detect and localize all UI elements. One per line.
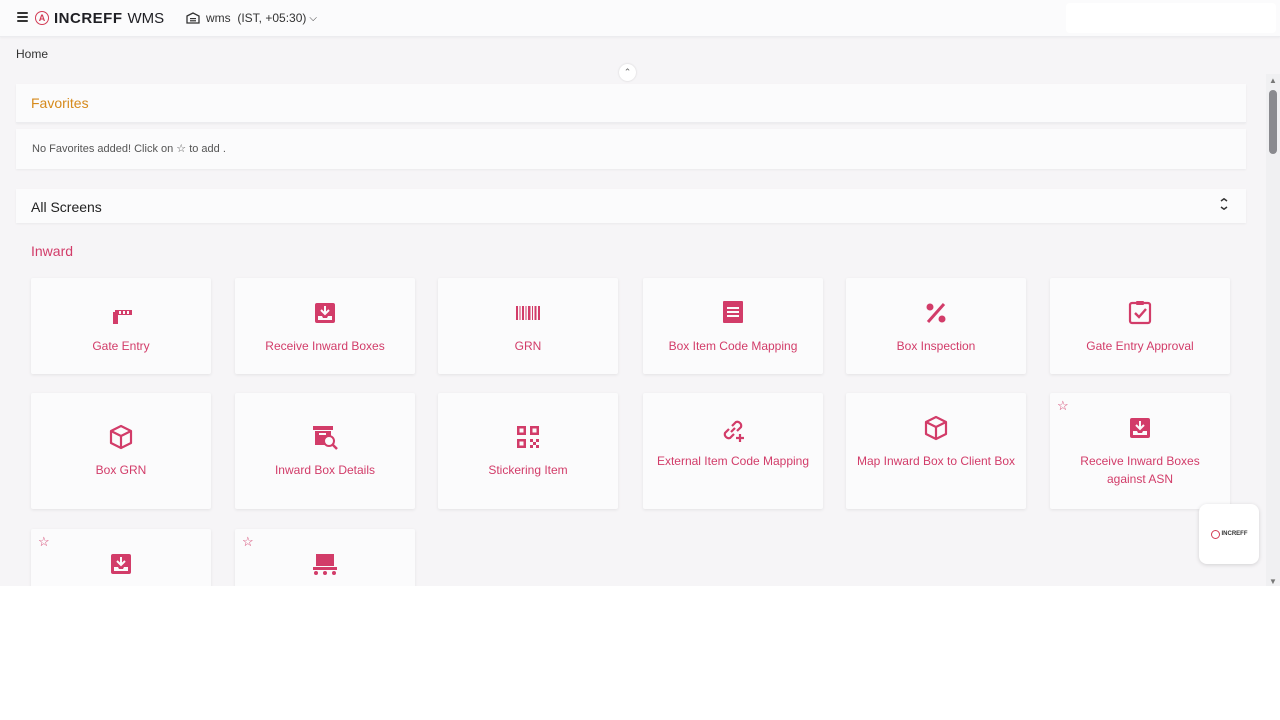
favorites-title: Favorites	[31, 95, 89, 111]
page-scrollbar[interactable]: ▲ ▼	[1266, 74, 1280, 586]
favorites-empty-message: No Favorites added! Click on ☆ to add .	[32, 143, 226, 155]
warehouse-name: wms	[206, 11, 231, 25]
tile-label: Inward Box Details	[274, 463, 376, 477]
user-area[interactable]	[1066, 3, 1276, 33]
tile-label: Box GRN	[95, 463, 147, 477]
percent-icon	[926, 303, 946, 323]
conveyor-icon	[313, 554, 337, 575]
chat-widget-logo: INCREFF	[1210, 529, 1248, 539]
favorites-header: Favorites	[16, 84, 1246, 123]
all-screens-title: All Screens	[31, 199, 102, 215]
tile-label: Box Inspection	[896, 339, 976, 353]
chevron-up-icon: ⌃	[623, 67, 632, 77]
cube-icon	[109, 424, 133, 450]
tile-label: External Item Code Mapping	[656, 454, 810, 468]
tile-gate-entry[interactable]: Gate Entry	[31, 278, 211, 374]
tile-label: Box Item Code Mapping	[668, 339, 798, 353]
logo-mark-icon	[1210, 529, 1220, 539]
collapse-header-button[interactable]: ⌃	[619, 64, 636, 81]
menu-icon[interactable]	[17, 12, 28, 23]
tile-stickering-item[interactable]: Stickering Item	[438, 393, 618, 509]
tile-gate-entry-approval[interactable]: Gate Entry Approval	[1050, 278, 1230, 374]
breadcrumb[interactable]: Home	[16, 47, 48, 61]
tile-box-item-code-mapping[interactable]: Box Item Code Mapping	[643, 278, 823, 374]
tile-receive-inward-boxes-against-asn[interactable]: ☆ Receive Inward Boxes against ASN	[1050, 393, 1230, 509]
scroll-down-icon[interactable]: ▼	[1269, 577, 1277, 586]
chat-widget-button[interactable]: INCREFF	[1199, 504, 1259, 564]
favorite-star-icon[interactable]: ☆	[1057, 398, 1069, 414]
tile-label: GRN	[514, 339, 542, 353]
scrollbar-thumb[interactable]	[1269, 90, 1277, 154]
chevron-down-icon: ⌵	[309, 12, 317, 24]
barcode-icon	[516, 306, 540, 320]
box-search-icon	[313, 426, 338, 450]
top-bar: A INCREFF WMS wms (IST, +05:30) ⌵	[0, 0, 1280, 37]
chat-widget-label: INCREFF	[1221, 531, 1248, 537]
logo-mark-icon: A	[35, 11, 49, 25]
product-name: WMS	[127, 9, 165, 27]
tile-external-item-code-mapping[interactable]: External Item Code Mapping	[643, 393, 823, 509]
tile-label: Map Inward Box to Client Box	[856, 454, 1016, 468]
collapse-icon[interactable]	[1219, 197, 1229, 213]
brand-name: INCREFF	[54, 9, 123, 27]
tile-box-inspection[interactable]: Box Inspection	[846, 278, 1026, 374]
favorites-body: No Favorites added! Click on ☆ to add .	[16, 129, 1246, 169]
tile-label: Receive Inward Boxes against ASN	[1080, 454, 1200, 486]
inbox-download-icon	[111, 554, 131, 574]
tile-label: Receive Inward Boxes	[265, 339, 385, 353]
link-add-icon	[723, 420, 744, 442]
favorite-star-icon[interactable]: ☆	[38, 534, 50, 550]
tile-label: Gate Entry Approval	[1086, 339, 1194, 353]
tile-inward-row3-2[interactable]: ☆	[235, 529, 415, 586]
favorite-star-icon[interactable]: ☆	[242, 534, 254, 550]
all-screens-header[interactable]: All Screens	[16, 189, 1246, 223]
cube-icon	[924, 415, 948, 441]
warehouse-icon	[186, 12, 200, 24]
scroll-up-icon[interactable]: ▲	[1269, 76, 1277, 85]
tile-inward-row3-1[interactable]: ☆	[31, 529, 211, 586]
inbox-download-icon	[1130, 418, 1150, 438]
receipt-list-icon	[723, 301, 743, 323]
timezone-label: (IST, +05:30)	[237, 11, 307, 25]
tile-box-grn[interactable]: Box GRN	[31, 393, 211, 509]
tile-label: Stickering Item	[488, 463, 568, 477]
tile-label: Gate Entry	[92, 339, 150, 353]
tile-inward-box-details[interactable]: Inward Box Details	[235, 393, 415, 509]
tile-map-inward-box-to-client-box[interactable]: Map Inward Box to Client Box	[846, 393, 1026, 509]
inbox-download-icon	[315, 303, 335, 323]
warehouse-selector[interactable]: wms (IST, +05:30) ⌵	[186, 11, 317, 25]
tile-grn[interactable]: GRN	[438, 278, 618, 374]
app-viewport: A INCREFF WMS wms (IST, +05:30) ⌵ Home ⌃…	[0, 0, 1280, 586]
tile-receive-inward-boxes[interactable]: Receive Inward Boxes	[235, 278, 415, 374]
inward-section-title: Inward	[31, 243, 74, 259]
gate-barrier-icon	[113, 310, 132, 324]
app-logo[interactable]: A INCREFF WMS	[35, 9, 164, 27]
clipboard-check-icon	[1128, 301, 1152, 325]
qr-code-icon	[517, 426, 539, 448]
